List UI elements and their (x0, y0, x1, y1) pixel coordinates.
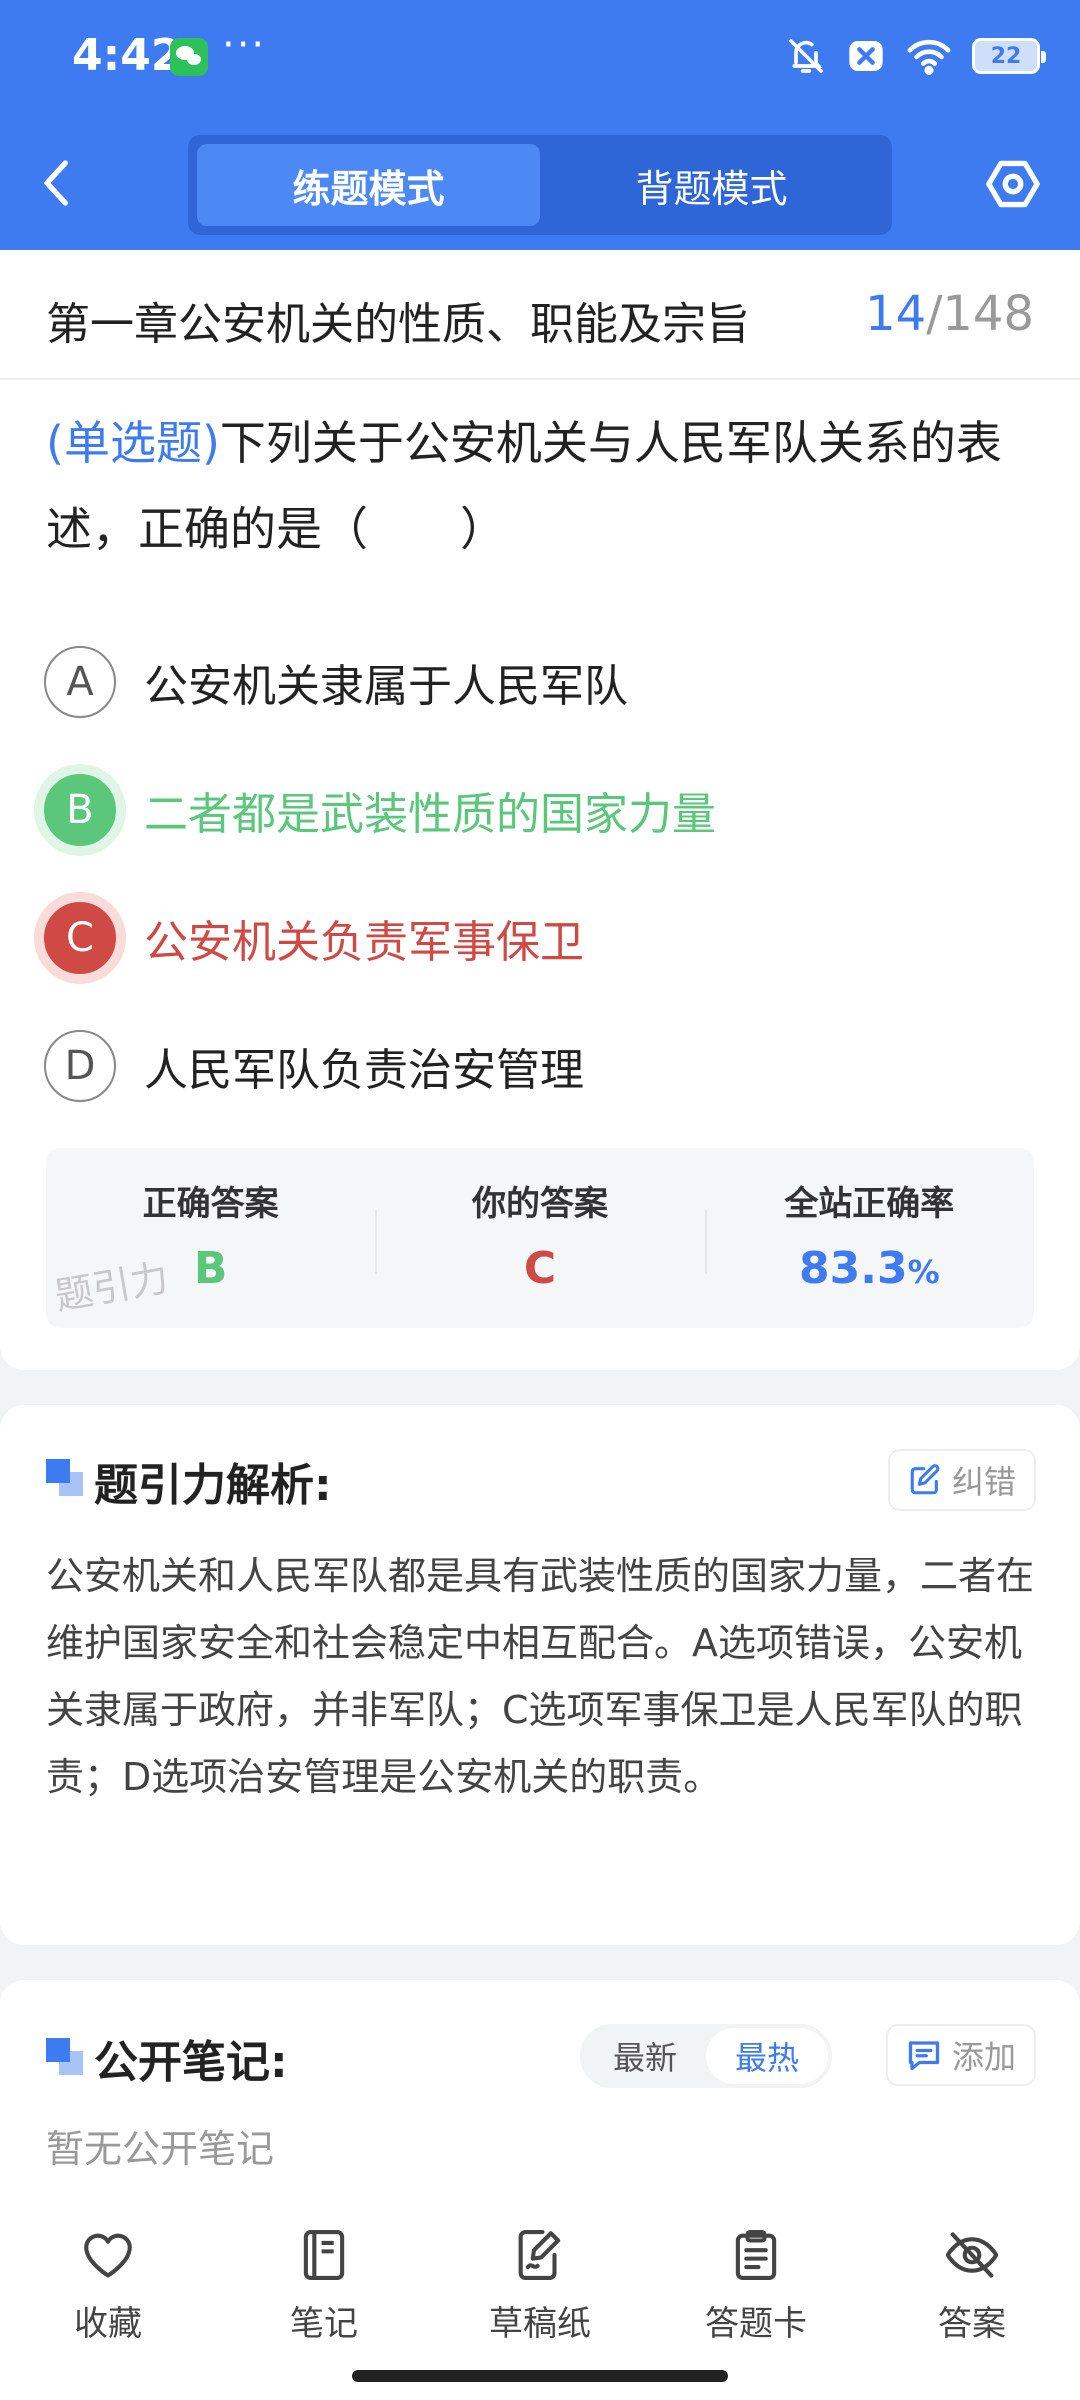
toggle-answer-button[interactable]: 答案 (864, 2210, 1080, 2370)
report-error-label: 纠错 (951, 1463, 1016, 1501)
favorite-button[interactable]: 收藏 (0, 2210, 216, 2370)
section-squares-icon (46, 1459, 86, 1499)
option-a[interactable]: A 公安机关隶属于人民军队 (44, 642, 1034, 722)
heart-icon (84, 2233, 132, 2278)
option-text: 公安机关隶属于人民军队 (144, 661, 628, 712)
correct-answer-label: 正确答案 (142, 1184, 279, 1224)
chapter-title: 第一章公安机关的性质、职能及宗旨 (46, 299, 750, 350)
accuracy-rate-number: 83.3 (799, 1243, 908, 1294)
option-d[interactable]: D 人民军队负责治安管理 (44, 1026, 1034, 1106)
notebook-icon (303, 2229, 345, 2281)
bell-muted-icon (789, 39, 823, 73)
analysis-card: 题引力解析: 纠错 公安机关和人民军队都是具有武装性质的国家力量，二者在维护国家… (0, 1405, 1080, 1945)
tab-practice-mode[interactable]: 练题模式 (197, 144, 540, 226)
battery-level: 22 (990, 43, 1022, 69)
empty-notes-text: 暂无公开笔记 (46, 2127, 275, 2171)
notes-button[interactable]: 笔记 (216, 2210, 432, 2370)
analysis-text: 公安机关和人民军队都是具有武装性质的国家力量，二者在维护国家安全和社会稳定中相互… (46, 1554, 1035, 1799)
bottom-toolbar: 收藏 笔记 草稿纸 答题卡 答案 (0, 2210, 1080, 2370)
answer-label: 答案 (938, 2304, 1006, 2344)
watermark: 题引力 (51, 1255, 172, 1319)
mode-switch: 练题模式 背题模式 (188, 135, 892, 235)
home-indicator[interactable] (352, 2370, 728, 2382)
option-b[interactable]: B 二者都是武装性质的国家力量 (44, 770, 1034, 850)
top-header: 4:42 ··· 22 练题模式 背题模式 (0, 0, 1080, 250)
more-notifications-icon: ··· (222, 22, 267, 68)
edit-icon (910, 1464, 940, 1495)
notes-label: 笔记 (290, 2304, 358, 2344)
accuracy-rate-label: 全站正确率 (784, 1184, 955, 1224)
your-answer-label: 你的答案 (471, 1184, 608, 1224)
answer-stats: 正确答案 B 题引力 你的答案 C 全站正确率 83.3% (46, 1148, 1034, 1328)
divider (0, 378, 1080, 380)
chevron-left-icon (44, 160, 68, 206)
question-counter[interactable]: 14/148 (865, 286, 1034, 342)
status-bar: 4:42 ··· 22 (0, 0, 1080, 118)
section-squares-icon (46, 2038, 86, 2078)
comment-icon (908, 2041, 940, 2071)
question-card: 第一章公安机关的性质、职能及宗旨 14/148 (单选题)下列关于公安机关与人民… (0, 250, 1080, 1370)
accuracy-rate-stat: 全站正确率 83.3% (704, 1148, 1034, 1328)
answer-sheet-button[interactable]: 答题卡 (648, 2210, 864, 2370)
question-type-label: (单选题) (46, 416, 220, 470)
public-notes-title: 公开笔记: (94, 2037, 288, 2088)
option-text: 人民军队负责治安管理 (144, 1045, 584, 1096)
add-note-label: 添加 (951, 2038, 1016, 2076)
total-questions: /148 (926, 286, 1034, 342)
gear-icon (986, 160, 1040, 208)
option-letter: C (44, 902, 116, 974)
your-answer-value: C (523, 1243, 557, 1294)
wifi-icon (907, 39, 951, 75)
settings-button[interactable] (984, 155, 1042, 213)
option-letter: D (44, 1030, 116, 1102)
back-button[interactable] (40, 155, 90, 211)
draft-paper-label: 草稿纸 (489, 2304, 591, 2344)
answer-sheet-icon (735, 2229, 777, 2281)
current-question-number: 14 (865, 286, 927, 342)
option-text: 二者都是武装性质的国家力量 (144, 789, 716, 840)
draft-paper-icon (518, 2229, 561, 2281)
close-box-icon (849, 41, 883, 71)
add-note-button[interactable]: 添加 (885, 2024, 1036, 2086)
favorite-label: 收藏 (74, 2304, 142, 2344)
battery-icon: 22 (972, 38, 1046, 74)
report-error-button[interactable]: 纠错 (887, 1449, 1036, 1511)
tab-memorize-mode[interactable]: 背题模式 (540, 144, 883, 226)
eye-off-icon (945, 2232, 999, 2278)
your-answer-stat: 你的答案 C (375, 1148, 704, 1328)
accuracy-rate-unit: % (907, 1253, 940, 1291)
question-text: (单选题)下列关于公安机关与人民军队关系的表述，正确的是（ ） (46, 400, 1036, 572)
status-icons: 22 (786, 34, 1046, 78)
correct-answer-stat: 正确答案 B 题引力 (46, 1148, 375, 1328)
answer-sheet-label: 答题卡 (705, 2304, 807, 2344)
option-letter: B (44, 774, 116, 846)
notes-sort-toggle: 最新 最热 (580, 2024, 832, 2088)
sort-hottest-tab[interactable]: 最热 (706, 2028, 828, 2084)
accuracy-rate-value: 83.3% (799, 1243, 940, 1294)
status-time: 4:42 (72, 30, 182, 81)
wechat-icon (170, 38, 208, 76)
option-c[interactable]: C 公安机关负责军事保卫 (44, 898, 1034, 978)
correct-answer-value: B (193, 1243, 228, 1294)
sort-newest-tab[interactable]: 最新 (584, 2028, 706, 2084)
option-letter: A (44, 646, 116, 718)
draft-paper-button[interactable]: 草稿纸 (432, 2210, 648, 2370)
analysis-title: 题引力解析: (94, 1460, 332, 1511)
option-text: 公安机关负责军事保卫 (144, 917, 584, 968)
